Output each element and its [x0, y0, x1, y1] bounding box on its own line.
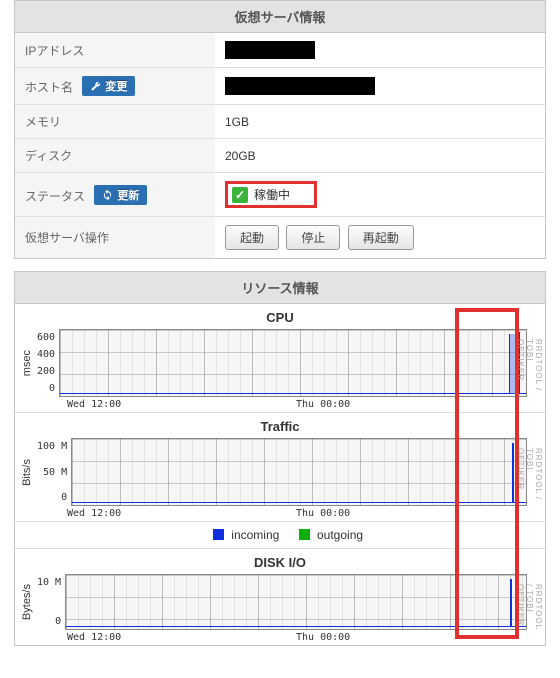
cpu-chart-title: CPU: [15, 310, 545, 325]
resource-body: CPU msec 600 400 200 0 RRDTOOL / TOBI OE…: [15, 304, 545, 645]
row-status: ステータス 更新 ✓ 稼働中: [15, 173, 545, 217]
disk-ytick: 0: [55, 616, 61, 627]
legend-outgoing: outgoing: [317, 528, 363, 542]
server-info-table: IPアドレス ホスト名 変更 メモリ 1GB ディスク 20GB ステータス: [15, 33, 545, 258]
rrd-credit: RRDTOOL / TOBI OETIKER: [516, 339, 543, 397]
row-disk: ディスク 20GB: [15, 139, 545, 173]
cpu-ytick: 400: [37, 349, 55, 360]
legend-incoming: incoming: [231, 528, 279, 542]
disk-chart: DISK I/O Bytes/s 10 M 0 RRDTOOL / TOBI O…: [15, 549, 545, 645]
traffic-legend: incoming outgoing: [15, 522, 545, 549]
traffic-xaxis: Wed 12:00 Thu 00:00: [63, 506, 531, 519]
status-value: 稼働中: [254, 186, 290, 203]
row-ops: 仮想サーバ操作 起動 停止 再起動: [15, 217, 545, 259]
cpu-ytick: 200: [37, 366, 55, 377]
refresh-icon: [102, 189, 113, 200]
traffic-ylabel: Bits/s: [21, 459, 33, 486]
legend-swatch-outgoing: [299, 529, 310, 540]
rrd-credit: RRDTOOL / TOBI OETIKER: [516, 584, 543, 630]
cpu-xaxis: Wed 12:00 Thu 00:00: [63, 397, 531, 410]
xtick: Wed 12:00: [67, 632, 121, 643]
cpu-plot: [59, 329, 527, 397]
mem-value: 1GB: [215, 105, 545, 139]
start-button[interactable]: 起動: [225, 225, 279, 250]
row-hostname: ホスト名 変更: [15, 68, 545, 105]
wrench-icon: [90, 81, 101, 92]
traffic-ytick: 0: [61, 492, 67, 503]
disk-ylabel: Bytes/s: [21, 584, 33, 620]
refresh-status-label: 更新: [117, 187, 139, 203]
traffic-yaxis: 100 M 50 M 0: [37, 439, 71, 505]
row-memory: メモリ 1GB: [15, 105, 545, 139]
server-info-panel: 仮想サーバ情報 IPアドレス ホスト名 変更 メモリ 1GB ディスク 20GB: [14, 0, 546, 259]
status-label: ステータス 更新: [15, 173, 215, 217]
traffic-chart-title: Traffic: [15, 419, 545, 434]
traffic-ytick: 100 M: [37, 441, 67, 452]
cpu-ytick: 0: [49, 383, 55, 394]
disk-value: 20GB: [215, 139, 545, 173]
check-icon: ✓: [232, 187, 248, 203]
traffic-ytick: 50 M: [43, 467, 67, 478]
ip-value: [215, 33, 545, 68]
xtick: Thu 00:00: [296, 399, 350, 410]
disk-chart-title: DISK I/O: [15, 555, 545, 570]
reboot-button[interactable]: 再起動: [348, 225, 414, 250]
xtick: Wed 12:00: [67, 508, 121, 519]
mem-label: メモリ: [15, 105, 215, 139]
rrd-credit: RRDTOOL / TOBI OETIKER: [516, 448, 543, 506]
cpu-ytick: 600: [37, 332, 55, 343]
disk-label: ディスク: [15, 139, 215, 173]
disk-yaxis: 10 M 0: [37, 575, 65, 629]
traffic-plot: [71, 438, 527, 506]
change-hostname-button[interactable]: 変更: [82, 76, 135, 96]
resource-title: リソース情報: [15, 272, 545, 304]
cpu-ylabel: msec: [21, 350, 33, 376]
stop-button[interactable]: 停止: [286, 225, 340, 250]
row-ip: IPアドレス: [15, 33, 545, 68]
cpu-yaxis: 600 400 200 0: [37, 330, 59, 396]
cpu-chart: CPU msec 600 400 200 0 RRDTOOL / TOBI OE…: [15, 304, 545, 413]
traffic-chart: Traffic Bits/s 100 M 50 M 0 RRDTOOL / TO…: [15, 413, 545, 522]
status-label-text: ステータス: [25, 189, 85, 203]
host-value: [215, 68, 545, 105]
disk-plot: [65, 574, 527, 630]
ip-redacted: [225, 41, 315, 59]
xtick: Wed 12:00: [67, 399, 121, 410]
disk-xaxis: Wed 12:00 Thu 00:00: [63, 630, 531, 643]
xtick: Thu 00:00: [296, 508, 350, 519]
status-highlight: ✓ 稼働中: [225, 181, 317, 208]
host-label: ホスト名 変更: [15, 68, 215, 105]
resource-panel: リソース情報 CPU msec 600 400 200 0 RR: [14, 271, 546, 646]
status-value-cell: ✓ 稼働中: [215, 173, 545, 217]
change-hostname-label: 変更: [105, 78, 127, 94]
refresh-status-button[interactable]: 更新: [94, 185, 147, 205]
legend-swatch-incoming: [213, 529, 224, 540]
host-label-text: ホスト名: [25, 81, 73, 95]
disk-ytick: 10 M: [37, 577, 61, 588]
server-info-title: 仮想サーバ情報: [15, 1, 545, 33]
ops-buttons: 起動 停止 再起動: [215, 217, 545, 259]
xtick: Thu 00:00: [296, 632, 350, 643]
ip-label: IPアドレス: [15, 33, 215, 68]
ops-label: 仮想サーバ操作: [15, 217, 215, 259]
host-redacted: [225, 77, 375, 95]
